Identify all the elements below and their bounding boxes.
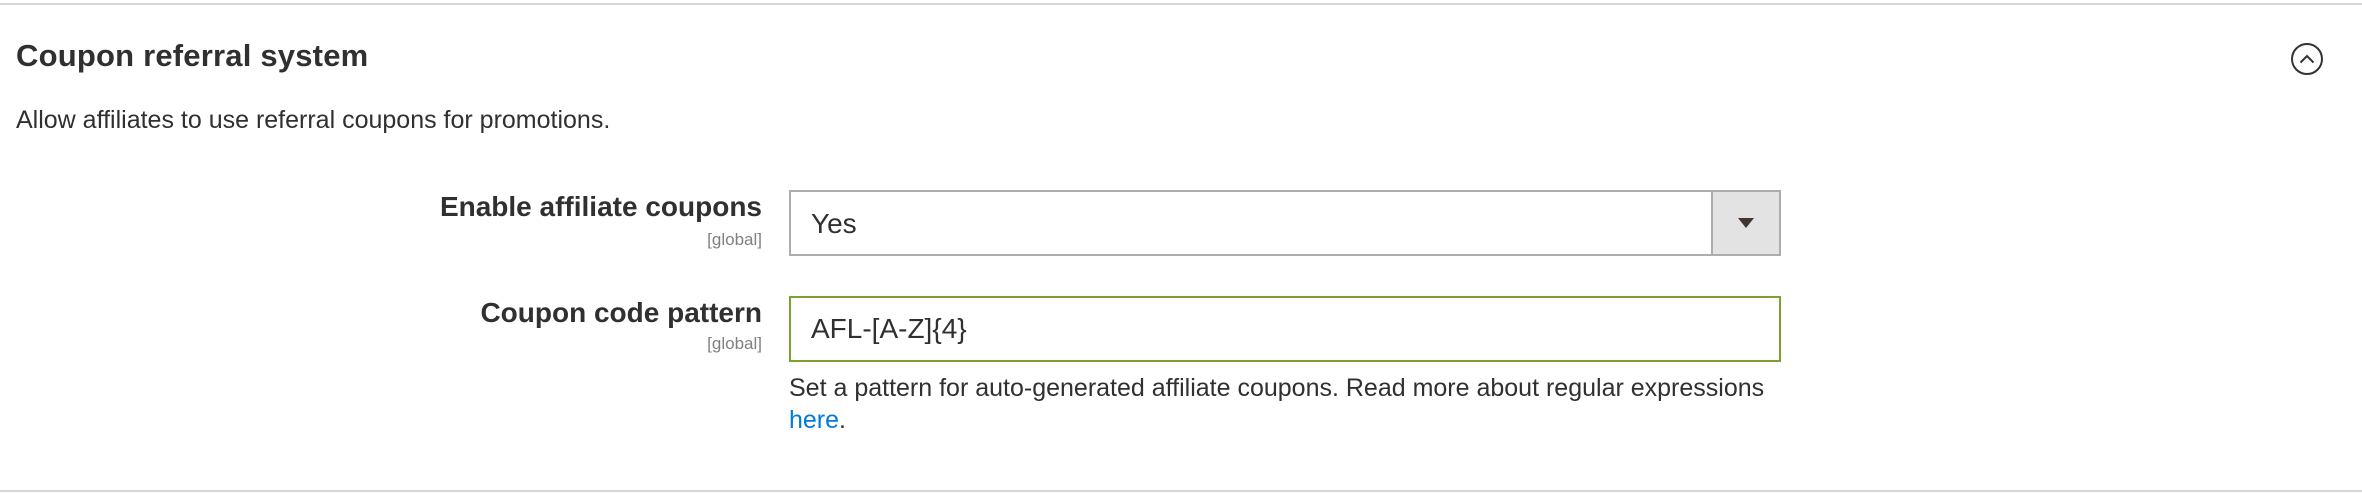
chevron-up-icon <box>2299 54 2315 64</box>
select-dropdown-button[interactable] <box>1711 192 1779 254</box>
enable-coupons-label: Enable affiliate coupons <box>439 191 762 222</box>
enable-coupons-selected-value: Yes <box>811 208 857 239</box>
note-end: . <box>839 406 846 434</box>
enable-coupons-scope: [global] <box>707 230 762 249</box>
note-text: Set a pattern for auto-generated affilia… <box>789 374 1765 402</box>
config-section: Coupon referral system Allow affiliates … <box>0 0 2362 494</box>
collapse-section-button[interactable] <box>2291 43 2323 75</box>
section-description: Allow affiliates to use referral coupons… <box>16 106 611 134</box>
caret-down-icon <box>1738 218 1754 228</box>
section-divider-top <box>0 3 2362 5</box>
code-pattern-scope: [global] <box>707 334 762 353</box>
enable-coupons-select[interactable]: Yes <box>789 190 1781 256</box>
code-pattern-note: Set a pattern for auto-generated affilia… <box>789 372 1789 436</box>
code-pattern-label: Coupon code pattern <box>480 297 762 328</box>
code-pattern-input[interactable] <box>789 296 1781 362</box>
regex-help-link[interactable]: here <box>789 406 839 434</box>
section-title[interactable]: Coupon referral system <box>16 38 368 74</box>
section-divider-bottom <box>0 490 2362 492</box>
